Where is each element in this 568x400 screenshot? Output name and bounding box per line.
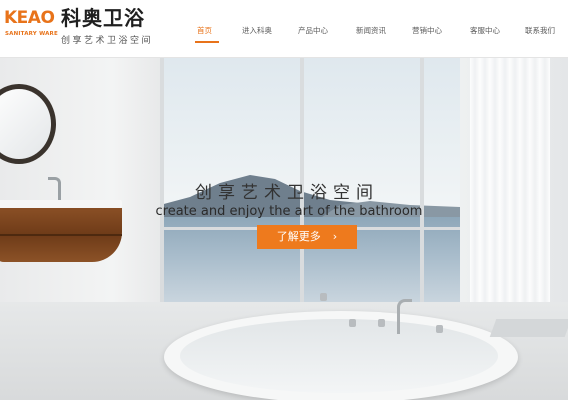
main-nav: 首页 进入科奥 产品中心 新闻资讯 营销中心 客服中心 联系我们: [186, 0, 568, 57]
bath-tray: [489, 319, 568, 337]
nav-service[interactable]: 客服中心: [470, 25, 500, 36]
cabinet-drawer-line: [0, 234, 122, 236]
nav-news[interactable]: 新闻资讯: [356, 25, 386, 36]
nav-products[interactable]: 产品中心: [298, 25, 328, 36]
hero-subtitle: create and enjoy the art of the bathroom: [155, 204, 423, 219]
nav-about[interactable]: 进入科奥: [242, 25, 272, 36]
nav-active-underline: [195, 41, 219, 43]
nav-home[interactable]: 首页: [197, 25, 212, 36]
nav-contact[interactable]: 联系我们: [525, 25, 555, 36]
tap-handle: [378, 319, 385, 327]
keao-logo[interactable]: KEAO SANITARY WARE: [4, 8, 58, 48]
logo-subtitle: SANITARY WARE: [5, 31, 58, 37]
nav-marketing[interactable]: 营销中心: [412, 25, 442, 36]
brand-name[interactable]: 科奥卫浴: [61, 7, 145, 29]
chevron-right-icon: ›: [332, 230, 338, 243]
brand-slogan: 创享艺术卫浴空间: [61, 36, 154, 46]
hero-title: 创享艺术卫浴空间: [195, 183, 379, 203]
tap-handle: [436, 325, 443, 333]
learn-more-label: 了解更多: [276, 230, 321, 243]
site-header: KEAO SANITARY WARE 科奥卫浴 创享艺术卫浴空间 首页 进入科奥…: [0, 0, 568, 58]
tap-handle: [320, 293, 327, 301]
tap-handle: [349, 319, 356, 327]
logo-letters: KEAO: [4, 8, 55, 28]
bathtub-faucet: [397, 299, 412, 334]
bathtub-basin: [180, 319, 498, 393]
hero-banner: 创享艺术卫浴空间 create and enjoy the art of the…: [0, 57, 568, 400]
learn-more-button[interactable]: 了解更多 ›: [257, 225, 357, 249]
